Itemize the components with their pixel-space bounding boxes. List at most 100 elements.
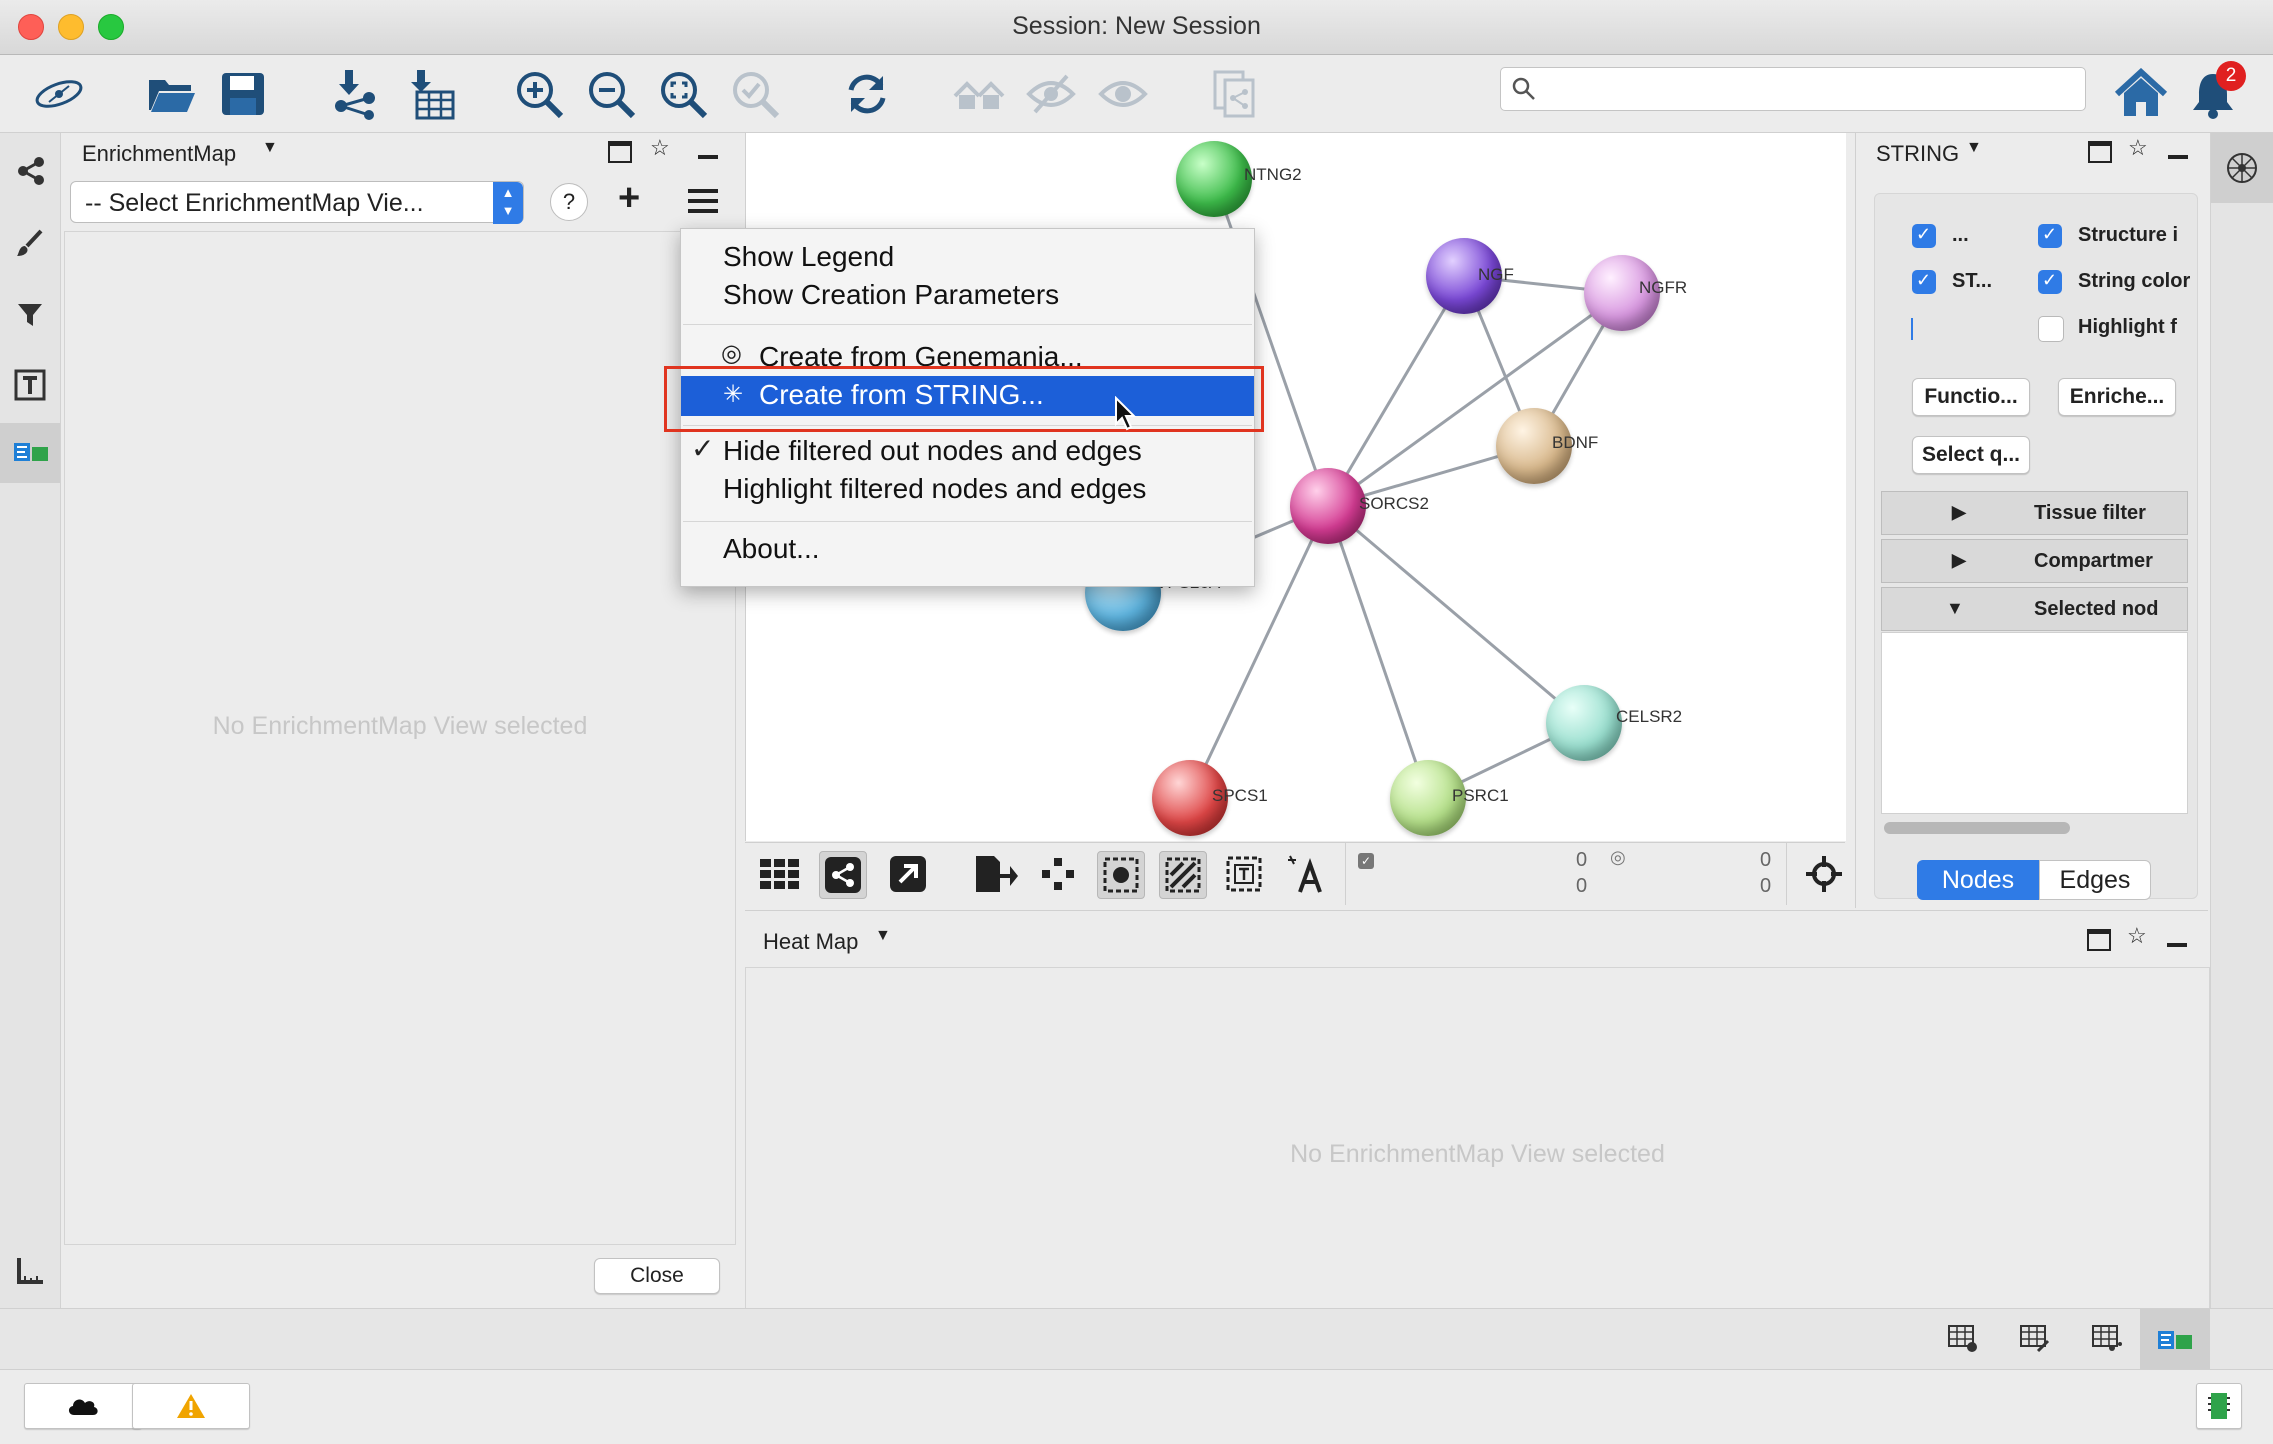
cloud-button[interactable] bbox=[24, 1383, 142, 1429]
slider-track[interactable] bbox=[1911, 318, 1913, 340]
enrichmentmap-panel-tab[interactable] bbox=[0, 423, 60, 483]
menu-item-show-legend[interactable]: Show Legend bbox=[723, 241, 894, 273]
import-table-icon[interactable] bbox=[400, 63, 462, 125]
zoom-out-icon[interactable] bbox=[580, 63, 642, 125]
layout-icon[interactable] bbox=[1035, 851, 1081, 897]
home-hide-icon[interactable] bbox=[948, 63, 1010, 125]
pin-icon[interactable]: ☆ bbox=[650, 135, 670, 161]
triangle-right-icon: ▶ bbox=[1952, 502, 1966, 522]
float-panel-icon[interactable] bbox=[608, 141, 632, 163]
network-view-icon[interactable] bbox=[819, 851, 867, 899]
tab-edges[interactable]: Edges bbox=[2039, 860, 2151, 900]
notification-badge: 2 bbox=[2216, 61, 2246, 91]
checkbox-structure[interactable]: ✓ bbox=[2038, 224, 2062, 248]
node-selection-mode-icon[interactable] bbox=[1097, 851, 1145, 899]
home-icon[interactable] bbox=[2110, 63, 2172, 125]
main-toolbar: 2 bbox=[0, 55, 2273, 133]
chevron-down-icon[interactable]: ▼ bbox=[875, 927, 891, 945]
minimize-panel-icon[interactable] bbox=[2168, 155, 2188, 159]
menu-item-hide-filtered[interactable]: Hide filtered out nodes and edges bbox=[723, 435, 1142, 467]
functional-enrichment-button[interactable]: Functio... bbox=[1912, 378, 2030, 416]
add-button[interactable]: + bbox=[618, 177, 640, 220]
zoom-selected-icon[interactable] bbox=[724, 63, 786, 125]
search-input[interactable] bbox=[1500, 67, 2086, 111]
open-in-window-icon[interactable] bbox=[885, 851, 931, 897]
float-panel-icon[interactable] bbox=[2087, 929, 2111, 951]
hide-icon[interactable] bbox=[1020, 63, 1082, 125]
edge-table-icon[interactable] bbox=[2020, 1325, 2050, 1353]
checkmark-icon: ✓ bbox=[691, 433, 715, 464]
node-sorcs2[interactable] bbox=[1290, 468, 1366, 544]
ruler-icon[interactable] bbox=[8, 1249, 52, 1293]
open-session-icon[interactable] bbox=[140, 63, 202, 125]
memory-button[interactable] bbox=[2196, 1383, 2242, 1429]
string-panel-tab[interactable] bbox=[2211, 133, 2273, 203]
pin-icon[interactable]: ☆ bbox=[2127, 923, 2147, 949]
menu-item-about[interactable]: About... bbox=[723, 533, 820, 565]
heat-map-title[interactable]: Heat Map bbox=[763, 929, 858, 955]
enrichment-button[interactable]: Enriche... bbox=[2058, 378, 2176, 416]
minimize-panel-icon[interactable] bbox=[2167, 943, 2187, 947]
tab-nodes[interactable]: Nodes bbox=[1917, 860, 2039, 900]
string-network-icon bbox=[2227, 153, 2257, 183]
checkbox-highlight[interactable] bbox=[2038, 316, 2064, 342]
checkbox-1-label: ... bbox=[1952, 224, 1969, 246]
heat-map-panel-header: Heat Map ▼ ☆ bbox=[745, 911, 2208, 955]
selection-counter: ✓ 0 0 ◎ 0 0 bbox=[1345, 843, 1787, 905]
horizontal-scrollbar[interactable] bbox=[1884, 822, 2070, 834]
chevron-down-icon[interactable]: ▼ bbox=[262, 139, 278, 157]
menu-item-highlight-filtered[interactable]: Highlight filtered nodes and edges bbox=[723, 473, 1146, 505]
refresh-icon[interactable] bbox=[836, 63, 898, 125]
enrichmentmap-table-tab[interactable] bbox=[2140, 1309, 2210, 1369]
checkbox-string-color[interactable]: ✓ bbox=[2038, 270, 2062, 294]
enrichmentmap-view-selector[interactable]: -- Select EnrichmentMap Vie... ▲ ▼ bbox=[70, 181, 524, 224]
menu-item-show-creation-parameters[interactable]: Show Creation Parameters bbox=[723, 279, 1059, 311]
show-icon[interactable] bbox=[1092, 63, 1154, 125]
selector-value: -- Select EnrichmentMap Vie... bbox=[85, 189, 424, 217]
pin-icon[interactable]: ☆ bbox=[2128, 135, 2148, 161]
nodes-selected-count: 0 bbox=[1576, 849, 1588, 871]
filter-panel-tab-icon[interactable] bbox=[8, 293, 52, 337]
string-panel-title[interactable]: STRING bbox=[1876, 141, 1959, 167]
panel-title[interactable]: EnrichmentMap bbox=[82, 141, 236, 167]
node-celsr2[interactable] bbox=[1546, 685, 1622, 761]
checkbox-1[interactable]: ✓ bbox=[1912, 224, 1936, 248]
node-table-icon[interactable] bbox=[1948, 1325, 1978, 1353]
node-ntng2[interactable] bbox=[1176, 141, 1252, 217]
left-tool-strip bbox=[0, 133, 61, 1308]
zoom-fit-icon[interactable] bbox=[652, 63, 714, 125]
zoom-in-icon[interactable] bbox=[508, 63, 570, 125]
fit-content-icon[interactable] bbox=[1801, 851, 1847, 897]
section-tissue-filter[interactable]: ▶ Tissue filter bbox=[1881, 491, 2188, 535]
enrichmentmap-panel: EnrichmentMap ▼ ☆ -- Select EnrichmentMa… bbox=[62, 133, 740, 1308]
chevron-down-icon[interactable]: ▼ bbox=[1966, 139, 1982, 157]
float-panel-icon[interactable] bbox=[2088, 141, 2112, 163]
help-button[interactable]: ? bbox=[550, 183, 588, 221]
style-panel-tab-icon[interactable] bbox=[8, 221, 52, 265]
grid-view-icon[interactable] bbox=[757, 851, 803, 897]
edge-selection-mode-icon[interactable] bbox=[1159, 851, 1207, 899]
string-panel-header: STRING ▼ ☆ bbox=[1856, 133, 2196, 175]
export-icon[interactable] bbox=[1204, 63, 1266, 125]
select-query-button[interactable]: Select q... bbox=[1912, 436, 2030, 474]
node-label-celsr2: CELSR2 bbox=[1616, 707, 1683, 726]
selector-stepper-icon: ▲ ▼ bbox=[493, 182, 523, 224]
export-network-icon[interactable] bbox=[973, 851, 1019, 897]
label-selection-mode-icon[interactable] bbox=[1283, 851, 1329, 897]
section-compartment[interactable]: ▶ Compartmer bbox=[1881, 539, 2188, 583]
panel-menu-button[interactable] bbox=[688, 189, 718, 213]
annotation-selection-mode-icon[interactable] bbox=[1221, 851, 1267, 897]
save-session-icon[interactable] bbox=[212, 63, 274, 125]
hamburger-icon bbox=[688, 199, 718, 203]
close-button[interactable]: Close bbox=[594, 1258, 720, 1294]
notification-bell-icon[interactable]: 2 bbox=[2182, 61, 2246, 125]
network-table-icon[interactable] bbox=[2092, 1325, 2122, 1353]
warning-button[interactable] bbox=[132, 1383, 250, 1429]
checkbox-string[interactable]: ✓ bbox=[1912, 270, 1936, 294]
section-selected-nodes[interactable]: ▼ Selected nod bbox=[1881, 587, 2188, 631]
network-panel-tab-icon[interactable] bbox=[8, 149, 52, 193]
annotation-panel-tab-icon[interactable] bbox=[8, 363, 52, 407]
section-selected-nodes-label: Selected nod bbox=[2034, 598, 2159, 620]
import-network-icon[interactable] bbox=[324, 63, 386, 125]
minimize-panel-icon[interactable] bbox=[698, 155, 718, 159]
